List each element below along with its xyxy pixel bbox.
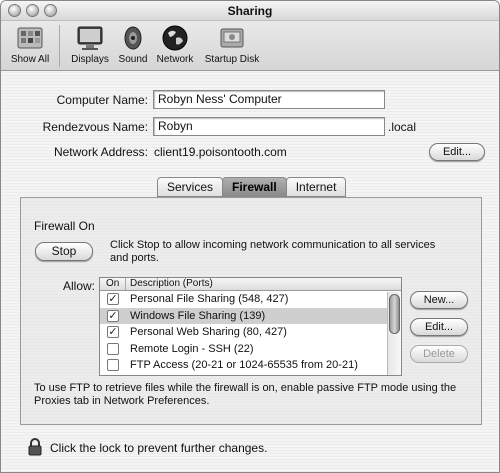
scrollbar-thumb[interactable] <box>389 294 400 334</box>
minimize-window-button[interactable] <box>26 4 39 17</box>
toolbar-label: Startup Disk <box>204 54 260 65</box>
delete-button[interactable]: Delete <box>410 345 468 363</box>
network-address-label: Network Address: <box>53 145 148 159</box>
lock-icon[interactable] <box>27 438 43 456</box>
toolbar-divider <box>59 25 60 67</box>
row-checkbox[interactable] <box>107 342 119 355</box>
edit-button[interactable]: Edit... <box>410 318 468 336</box>
tab-internet[interactable]: Internet <box>285 177 347 197</box>
rendezvous-name-field[interactable]: Robyn <box>153 117 385 136</box>
row-checkbox[interactable]: ✓ <box>107 293 119 306</box>
ftp-note: To use FTP to retrieve files while the f… <box>34 382 457 407</box>
toolbar-startup-disk[interactable]: Startup Disk <box>202 23 262 65</box>
allow-label: Allow: <box>63 279 96 293</box>
lock-text: Click the lock to prevent further change… <box>50 441 268 455</box>
tab-bar: Services Firewall Internet <box>157 177 347 197</box>
edit-network-address-button[interactable]: Edit... <box>429 143 485 161</box>
new-button[interactable]: New... <box>410 291 468 309</box>
table-header: On Description (Ports) <box>100 278 401 291</box>
zoom-window-button[interactable] <box>44 4 57 17</box>
network-globe-icon <box>160 23 190 53</box>
computer-name-field[interactable]: Robyn Ness' Computer <box>153 90 385 109</box>
toolbar-label: Displays <box>71 54 109 65</box>
tab-firewall[interactable]: Firewall <box>222 177 287 197</box>
show-all-icon <box>15 23 45 53</box>
toolbar-displays[interactable]: Displays <box>67 23 113 65</box>
title-bar: Sharing <box>1 1 499 21</box>
rendezvous-name-label: Rendezvous Name: <box>42 120 148 134</box>
row-checkbox[interactable] <box>107 359 119 372</box>
window-title: Sharing <box>227 4 273 18</box>
table-row[interactable]: FTP Access (20-21 or 1024-65535 from 20-… <box>100 357 401 374</box>
toolbar-label: Network <box>156 54 194 65</box>
row-description: FTP Access (20-21 or 1024-65535 from 20-… <box>130 359 358 372</box>
column-on[interactable]: On <box>100 278 126 290</box>
row-description: Personal Web Sharing (80, 427) <box>130 326 287 339</box>
toolbar-show-all[interactable]: Show All <box>7 23 53 65</box>
computer-name-label: Computer Name: <box>56 93 148 107</box>
table-row[interactable]: Remote Login - SSH (22) <box>100 341 401 358</box>
row-description: Windows File Sharing (139) <box>130 309 266 322</box>
table-scrollbar[interactable] <box>387 292 401 375</box>
toolbar-label: Show All <box>10 54 50 65</box>
table-row-selected[interactable]: ✓ Windows File Sharing (139) <box>100 307 401 324</box>
network-address-value: client19.poisontooth.com <box>154 145 287 159</box>
firewall-status: Firewall On <box>34 219 95 233</box>
toolbar-label: Sound <box>118 54 148 65</box>
row-description: Remote Login - SSH (22) <box>130 342 254 355</box>
row-checkbox[interactable]: ✓ <box>107 326 119 339</box>
stop-help-text: Click Stop to allow incoming network com… <box>110 239 436 264</box>
startup-disk-icon <box>217 23 247 53</box>
displays-icon <box>75 23 105 53</box>
table-row[interactable]: ✓ Personal File Sharing (548, 427) <box>100 291 401 308</box>
close-window-button[interactable] <box>8 4 21 17</box>
tab-services[interactable]: Services <box>157 177 224 197</box>
allow-table: On Description (Ports) ✓ Personal File S… <box>99 277 402 376</box>
row-checkbox[interactable]: ✓ <box>107 309 119 322</box>
row-description: Personal File Sharing (548, 427) <box>130 293 289 306</box>
toolbar-network[interactable]: Network <box>154 23 196 65</box>
table-row[interactable]: ✓ Personal Web Sharing (80, 427) <box>100 324 401 341</box>
window-controls <box>8 4 57 17</box>
column-description[interactable]: Description (Ports) <box>126 278 401 290</box>
toolbar: Show All Displays Sound Network Startup … <box>1 21 499 71</box>
rendezvous-suffix: .local <box>388 120 417 134</box>
sharing-window: Sharing Show All Displays Sound Network … <box>0 0 500 473</box>
sound-icon <box>118 23 148 53</box>
stop-button[interactable]: Stop <box>35 242 93 261</box>
toolbar-sound[interactable]: Sound <box>115 23 151 65</box>
